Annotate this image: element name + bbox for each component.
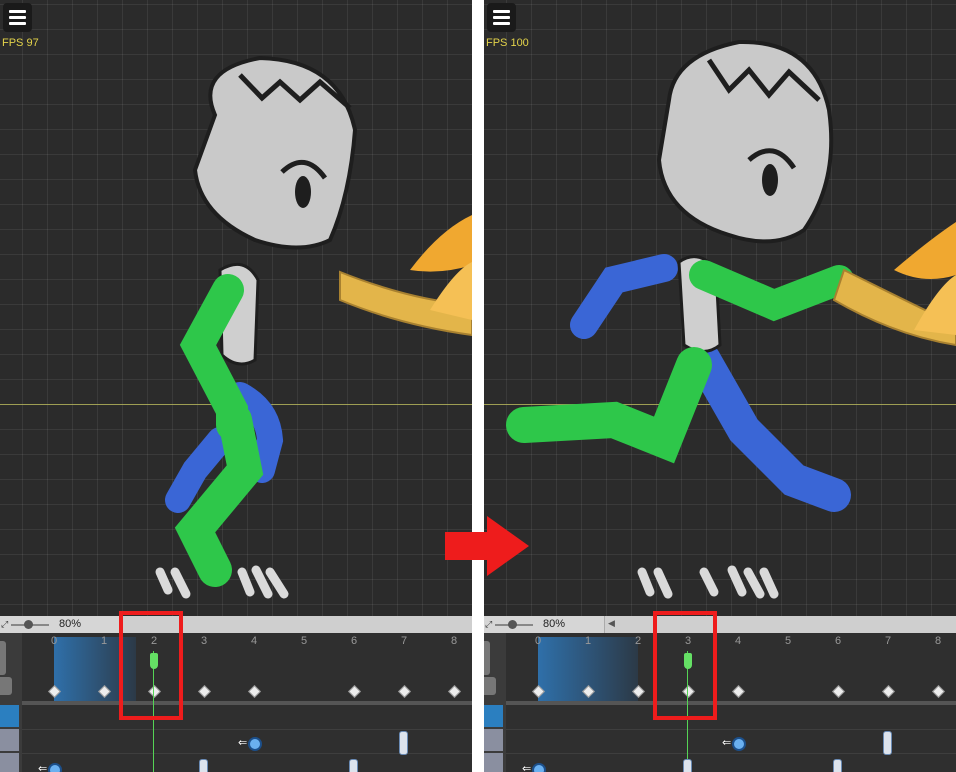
frame-label: 8 (934, 635, 942, 647)
interpolation-arrow-icon: ⇐ (522, 763, 532, 772)
frame-label: 3 (200, 635, 208, 647)
interpolation-arrow-icon: ⇐ (38, 763, 48, 772)
keyframe[interactable] (882, 685, 895, 698)
track-keyframe-pill[interactable] (833, 759, 842, 772)
scroll-left-icon[interactable]: ◀ (608, 618, 615, 629)
right-arrow-icon (445, 516, 529, 576)
keyframe[interactable] (348, 685, 361, 698)
frame-label: 1 (584, 635, 592, 647)
frame-label: 2 (634, 635, 642, 647)
track-keyframe-pill[interactable] (199, 759, 208, 772)
track-keyframe-pill[interactable] (883, 731, 892, 755)
fps-counter: FPS 97 (2, 37, 39, 49)
track-keyframe-pill[interactable] (349, 759, 358, 772)
timeline-track-headers (0, 633, 22, 772)
frame-label: 4 (734, 635, 742, 647)
track-header-button[interactable] (484, 641, 490, 675)
fit-view-icon[interactable]: ⤢ (1, 619, 8, 630)
zoom-value: 80% (59, 618, 82, 630)
frame-label: 5 (784, 635, 792, 647)
track-keyframe-pill[interactable] (683, 759, 692, 772)
frame-label: 7 (400, 635, 408, 647)
timeline-frames[interactable]: 0 1 2 3 4 5 6 7 8 ⇐ ⇐ (22, 633, 472, 772)
track-keyframe[interactable] (532, 763, 546, 772)
track-header-button[interactable] (484, 677, 496, 695)
zoom-slider-knob[interactable] (508, 620, 517, 629)
frame-label: 7 (884, 635, 892, 647)
fps-counter: FPS 100 (486, 37, 529, 49)
frame-label: 1 (100, 635, 108, 647)
frame-label: 0 (534, 635, 542, 647)
editor-panel-after: FPS 100 ⤢ 80% ◀ 0 1 2 3 4 5 6 7 8 ⇐ ⇐ (484, 0, 956, 772)
track-header-button[interactable] (0, 677, 12, 695)
timeline-track-headers (484, 633, 506, 772)
zoom-value: 80% (543, 618, 566, 630)
fit-view-icon[interactable]: ⤢ (485, 619, 492, 630)
track-header[interactable] (0, 753, 19, 772)
track-keyframe[interactable] (732, 737, 746, 751)
track-header-button[interactable] (0, 641, 6, 675)
timeline: 0 1 2 3 4 5 6 7 8 ⇐ ⇐ (0, 633, 472, 772)
track-header[interactable] (484, 729, 503, 751)
track-keyframe[interactable] (48, 763, 62, 772)
keyframe[interactable] (732, 685, 745, 698)
track-keyframe[interactable] (248, 737, 262, 751)
track-separator (22, 701, 472, 705)
track-keyframe-pill[interactable] (399, 731, 408, 755)
menu-button[interactable] (3, 3, 32, 32)
keyframe[interactable] (198, 685, 211, 698)
track-row-divider (22, 729, 472, 730)
frame-label: 0 (50, 635, 58, 647)
zoom-slider-knob[interactable] (24, 620, 33, 629)
frame-label: 6 (834, 635, 842, 647)
zoom-bar: ⤢ 80% ◀ (484, 616, 956, 633)
interpolation-arrow-icon: ⇐ (722, 737, 732, 749)
timeline: 0 1 2 3 4 5 6 7 8 ⇐ ⇐ (484, 633, 956, 772)
track-separator (506, 701, 956, 705)
interpolation-arrow-icon: ⇐ (238, 737, 248, 749)
keyframe[interactable] (832, 685, 845, 698)
character-figure (155, 55, 472, 599)
editor-panel-before: FPS 97 ⤢ 80% 0 1 2 3 4 5 6 7 8 ⇐ ⇐ (0, 0, 472, 772)
frame-label: 8 (450, 635, 458, 647)
track-row-divider (506, 729, 956, 730)
keyframe[interactable] (398, 685, 411, 698)
track-header-selected[interactable] (0, 705, 19, 727)
animation-canvas[interactable]: FPS 97 (0, 0, 472, 616)
frame-label: 6 (350, 635, 358, 647)
track-header-selected[interactable] (484, 705, 503, 727)
frame-label: 4 (250, 635, 258, 647)
track-header[interactable] (0, 729, 19, 751)
timeline-frames[interactable]: 0 1 2 3 4 5 6 7 8 ⇐ ⇐ (506, 633, 956, 772)
frame-label: 5 (300, 635, 308, 647)
menu-button[interactable] (487, 3, 516, 32)
highlight-box (119, 611, 183, 720)
track-header[interactable] (484, 753, 503, 772)
animation-canvas[interactable]: FPS 100 (484, 0, 956, 616)
zoom-bar: ⤢ 80% (0, 616, 472, 633)
keyframe[interactable] (448, 685, 461, 698)
character-figure (506, 39, 956, 599)
keyframe[interactable] (248, 685, 261, 698)
keyframe[interactable] (932, 685, 945, 698)
highlight-box (653, 611, 717, 720)
